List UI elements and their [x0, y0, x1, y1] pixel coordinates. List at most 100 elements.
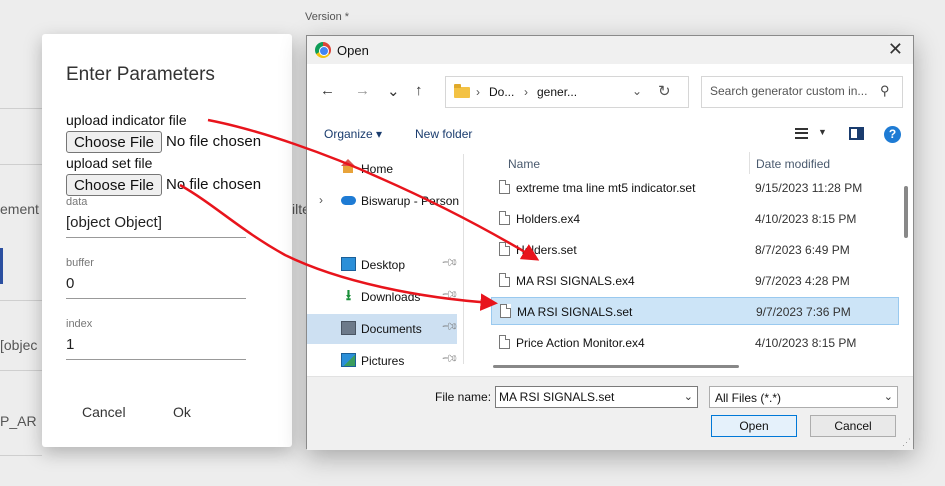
navigation-bar: ← → ⌄ ↑ › Do... › gener... ⌄ ↻ ⚲: [307, 74, 913, 110]
background-divider: [0, 300, 42, 301]
nav-item-documents[interactable]: Documents 📌︎: [307, 314, 459, 344]
documents-icon: [341, 321, 356, 335]
buffer-field[interactable]: 0: [66, 275, 246, 299]
file-row[interactable]: extreme tma line mt5 indicator.set 9/15/…: [491, 174, 899, 202]
file-name-input[interactable]: [499, 390, 675, 404]
search-box[interactable]: ⚲: [701, 76, 903, 108]
file-icon: [499, 273, 510, 287]
file-row[interactable]: Holders.ex4 4/10/2023 8:15 PM: [491, 205, 899, 233]
date-modified-column-header[interactable]: Date modified: [756, 157, 830, 171]
file-list: Name ^ Date modified extreme tma line mt…: [473, 152, 907, 372]
folder-icon: [454, 84, 470, 98]
file-date: 8/7/2023 6:49 PM: [755, 243, 850, 257]
nav-item-label: Desktop: [361, 258, 406, 272]
nav-item-onedrive[interactable]: › Biswarup - Person: [307, 186, 460, 216]
enter-parameters-dialog: Enter Parameters upload indicator file C…: [42, 34, 292, 447]
file-row[interactable]: Holders.set 8/7/2023 6:49 PM: [491, 236, 899, 264]
search-icon[interactable]: ⚲: [880, 83, 890, 99]
nav-item-label: Downloads: [361, 290, 421, 304]
navigation-pane: Home › Biswarup - Person Desktop 📌︎ ⭳ Do…: [307, 154, 461, 374]
index-field-label: index: [66, 318, 93, 330]
file-icon: [499, 180, 510, 194]
nav-item-home[interactable]: Home: [307, 154, 457, 184]
pin-icon: 📌︎: [440, 285, 459, 305]
background-divider: [0, 370, 42, 371]
file-icon: [499, 211, 510, 225]
background-divider: [0, 108, 42, 109]
recent-locations-chevron-icon[interactable]: ⌄: [387, 82, 400, 100]
command-toolbar: Organize ▾ New folder ▼ ?: [307, 124, 913, 148]
file-date: 9/7/2023 4:28 PM: [755, 274, 850, 288]
search-input[interactable]: [710, 84, 878, 98]
open-file-dialog: Open ✕ ← → ⌄ ↑ › Do... › gener... ⌄ ↻ ⚲ …: [306, 35, 914, 450]
close-icon[interactable]: ✕: [888, 39, 903, 60]
file-name: MA RSI SIGNALS.ex4: [516, 274, 635, 288]
upload-indicator-label: upload indicator file: [66, 112, 187, 128]
nav-item-label: Biswarup - Person: [361, 194, 460, 208]
chevron-right-icon[interactable]: ›: [319, 193, 323, 207]
file-type-value: All Files (*.*): [715, 391, 782, 405]
chevron-down-icon[interactable]: ⌄: [884, 390, 893, 403]
breadcrumb-separator: ›: [476, 85, 480, 99]
choose-set-file-button[interactable]: Choose File: [66, 174, 162, 196]
file-row[interactable]: Price Action Monitor.ex4 4/10/2023 8:15 …: [491, 329, 899, 357]
nav-item-label: Documents: [361, 322, 422, 336]
index-field[interactable]: 1: [66, 336, 246, 360]
pane-divider[interactable]: [463, 154, 464, 364]
resize-grip-icon[interactable]: ⋰: [902, 437, 911, 448]
background-divider: [0, 164, 42, 165]
file-name: MA RSI SIGNALS.set: [517, 305, 633, 319]
chevron-down-icon[interactable]: ▼: [818, 127, 827, 137]
nav-item-downloads[interactable]: ⭳ Downloads 📌︎: [307, 282, 459, 312]
home-icon: [341, 159, 355, 173]
organize-menu-button[interactable]: Organize ▾: [324, 127, 382, 141]
nav-item-desktop[interactable]: Desktop 📌︎: [307, 250, 459, 280]
view-options-icon[interactable]: [795, 128, 808, 139]
cancel-button[interactable]: Cancel: [810, 415, 896, 437]
help-icon[interactable]: ?: [884, 126, 901, 143]
address-bar[interactable]: › Do... › gener... ⌄ ↻: [445, 76, 689, 108]
forward-arrow-icon[interactable]: →: [355, 82, 370, 99]
up-arrow-icon[interactable]: ↑: [415, 82, 423, 99]
chevron-down-icon[interactable]: ⌄: [632, 84, 642, 98]
file-row-selected[interactable]: MA RSI SIGNALS.set 9/7/2023 7:36 PM: [491, 297, 899, 325]
data-field[interactable]: [object Object]: [66, 214, 246, 238]
breadcrumb-separator: ›: [524, 85, 528, 99]
breadcrumb-generator[interactable]: gener...: [537, 85, 577, 99]
name-column-header[interactable]: Name: [508, 157, 540, 171]
file-icon: [499, 242, 510, 256]
refresh-icon[interactable]: ↻: [658, 82, 671, 100]
cancel-button[interactable]: Cancel: [82, 404, 126, 420]
background-text: P_AR: [0, 413, 37, 429]
dialog-footer: File name: ⌄ All Files (*.*) ⌄ Open Canc…: [307, 376, 913, 450]
sort-ascending-icon: ^: [623, 152, 629, 158]
horizontal-scrollbar[interactable]: [493, 365, 739, 368]
desktop-icon: [341, 257, 356, 271]
nav-item-label: Home: [361, 162, 394, 176]
chevron-down-icon[interactable]: ⌄: [684, 390, 693, 403]
file-name-combobox[interactable]: ⌄: [495, 386, 698, 408]
indicator-file-status: No file chosen: [166, 133, 262, 150]
ok-button[interactable]: Ok: [173, 404, 191, 420]
file-row[interactable]: MA RSI SIGNALS.ex4 9/7/2023 4:28 PM: [491, 267, 899, 295]
file-type-select[interactable]: All Files (*.*) ⌄: [709, 386, 898, 408]
file-date: 9/15/2023 11:28 PM: [755, 181, 863, 195]
background-text: [objec: [0, 337, 38, 353]
new-folder-button[interactable]: New folder: [415, 127, 472, 141]
pin-icon: 📌︎: [440, 253, 459, 273]
vertical-scrollbar[interactable]: [904, 186, 908, 238]
nav-item-pictures[interactable]: Pictures 📌︎: [307, 346, 459, 376]
file-name-label: File name:: [435, 390, 492, 404]
dialog-title: Open: [337, 43, 369, 58]
back-arrow-icon[interactable]: ←: [320, 82, 335, 99]
dialog-title: Enter Parameters: [66, 64, 215, 85]
background-accent: [0, 248, 3, 284]
title-bar: Open ✕: [307, 36, 913, 64]
column-divider[interactable]: [749, 152, 750, 174]
breadcrumb-documents[interactable]: Do...: [489, 85, 514, 99]
preview-pane-icon[interactable]: [849, 127, 864, 140]
file-date: 4/10/2023 8:15 PM: [755, 212, 857, 226]
open-button[interactable]: Open: [711, 415, 797, 437]
background-text: ement: [0, 201, 39, 217]
choose-indicator-file-button[interactable]: Choose File: [66, 131, 162, 153]
